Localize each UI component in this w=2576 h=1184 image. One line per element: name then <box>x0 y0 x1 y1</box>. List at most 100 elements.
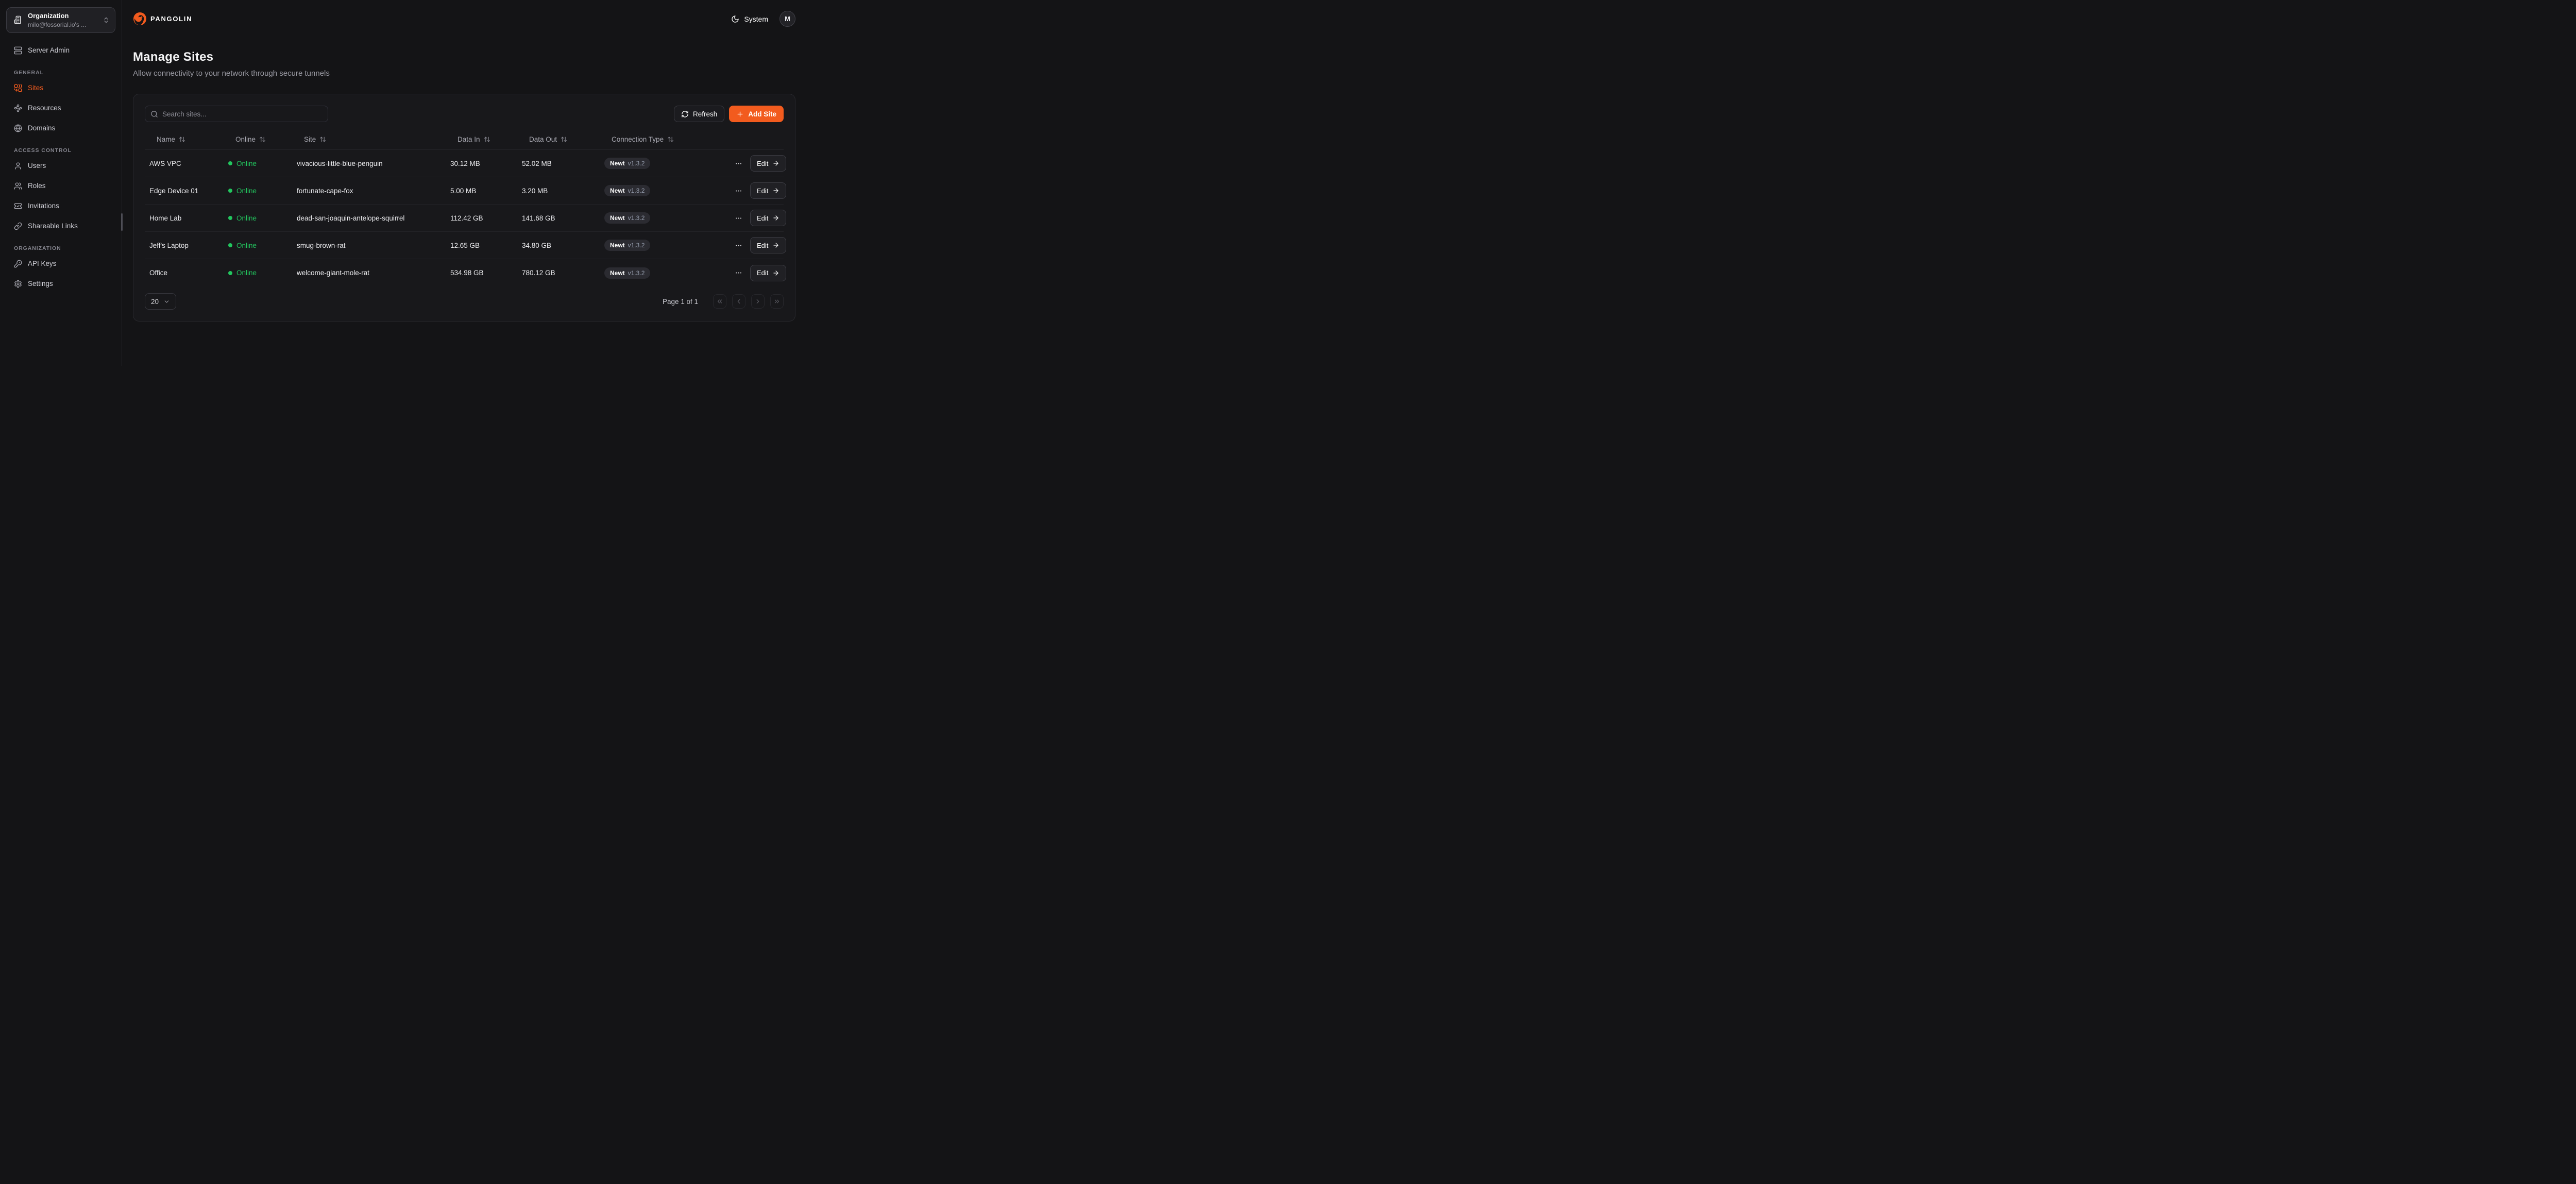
sort-data-out[interactable]: Data Out <box>529 136 567 143</box>
cell-data-in: 534.98 GB <box>446 269 517 277</box>
first-page-button[interactable] <box>713 294 726 309</box>
search-input[interactable] <box>162 110 323 118</box>
edit-button[interactable]: Edit <box>750 182 786 199</box>
arrow-right-icon <box>772 269 779 277</box>
main-area: PANGOLIN System M Manage Sites Allow con… <box>122 0 808 366</box>
cell-name: Edge Device 01 <box>145 187 224 195</box>
plus-icon <box>736 110 744 118</box>
cell-site: fortunate-cape-fox <box>292 187 446 195</box>
sidebar-section-general: GENERAL Sites Resources Domains <box>6 70 115 137</box>
chevrons-right-icon <box>773 298 781 305</box>
chevron-down-icon <box>163 298 170 305</box>
sort-online[interactable]: Online <box>235 136 266 143</box>
connection-name: Newt <box>610 160 625 167</box>
arrow-up-down-icon <box>667 136 674 143</box>
sort-connection-type[interactable]: Connection Type <box>612 136 674 143</box>
sidebar-item[interactable]: API Keys <box>6 256 115 272</box>
prev-page-button[interactable] <box>732 294 745 309</box>
sidebar-scrollbar[interactable] <box>121 213 123 231</box>
chevrons-up-down-icon <box>103 16 110 24</box>
cell-connection-type: Newt v1.3.2 <box>600 212 729 224</box>
online-status-dot <box>228 271 232 275</box>
refresh-button[interactable]: Refresh <box>674 106 724 122</box>
cell-connection-type: Newt v1.3.2 <box>600 185 729 196</box>
theme-toggle-button[interactable]: System <box>731 15 768 23</box>
sidebar-item-label: Shareable Links <box>28 222 78 230</box>
ellipsis-icon <box>735 187 742 195</box>
cell-connection-type: Newt v1.3.2 <box>600 158 729 169</box>
edit-button[interactable]: Edit <box>750 265 786 281</box>
sidebar-item-label: Users <box>28 162 46 170</box>
section-label: ACCESS CONTROL <box>6 147 115 154</box>
top-header: PANGOLIN System M <box>133 0 795 38</box>
table-row: Office Online welcome-giant-mole-rat 534… <box>145 259 784 286</box>
row-more-button[interactable] <box>734 268 743 278</box>
sort-name[interactable]: Name <box>157 136 185 143</box>
key-icon <box>14 260 22 268</box>
sidebar-item[interactable]: Sites <box>6 80 115 96</box>
page-size-select[interactable]: 20 <box>145 293 176 310</box>
brand: PANGOLIN <box>133 12 192 26</box>
org-selector[interactable]: Organization milo@fossorial.io's ... <box>6 7 115 33</box>
ellipsis-icon <box>735 160 742 167</box>
cell-data-in: 5.00 MB <box>446 187 517 195</box>
online-status-dot <box>228 189 232 193</box>
combine-icon <box>14 84 22 92</box>
last-page-button[interactable] <box>770 294 784 309</box>
connection-name: Newt <box>610 242 625 249</box>
connection-type-badge: Newt v1.3.2 <box>604 158 650 169</box>
sidebar-item-label: API Keys <box>28 260 57 267</box>
sidebar-item[interactable]: Resources <box>6 100 115 116</box>
table-row: Edge Device 01 Online fortunate-cape-fox… <box>145 177 784 205</box>
row-more-button[interactable] <box>734 241 743 250</box>
cell-actions: Edit <box>729 155 791 172</box>
arrow-up-down-icon <box>319 136 326 143</box>
table-row: Jeff's Laptop Online smug-brown-rat 12.6… <box>145 232 784 259</box>
waypoints-icon <box>14 104 22 112</box>
sidebar-item-label: Sites <box>28 84 43 92</box>
row-more-button[interactable] <box>734 186 743 196</box>
row-more-button[interactable] <box>734 159 743 168</box>
sidebar-item[interactable]: Roles <box>6 178 115 194</box>
cell-data-out: 141.68 GB <box>517 214 600 222</box>
cell-data-out: 52.02 MB <box>517 160 600 167</box>
next-page-button[interactable] <box>751 294 765 309</box>
cell-site: smug-brown-rat <box>292 242 446 249</box>
cell-name: Jeff's Laptop <box>145 242 224 249</box>
sidebar-item[interactable]: Invitations <box>6 198 115 214</box>
app-root: Organization milo@fossorial.io's ... Ser… <box>0 0 808 366</box>
connection-name: Newt <box>610 187 625 194</box>
section-label: ORGANIZATION <box>6 245 115 251</box>
cell-data-out: 780.12 GB <box>517 269 600 277</box>
sidebar-item[interactable]: Settings <box>6 276 115 292</box>
sidebar-section-organization: ORGANIZATION API Keys Settings <box>6 245 115 292</box>
connection-type-badge: Newt v1.3.2 <box>604 185 650 196</box>
edit-button[interactable]: Edit <box>750 237 786 253</box>
sidebar-item[interactable]: Shareable Links <box>6 218 115 234</box>
chevron-right-icon <box>754 298 761 305</box>
link-icon <box>14 222 22 230</box>
avatar[interactable]: M <box>779 11 795 27</box>
row-more-button[interactable] <box>734 213 743 223</box>
search-icon <box>150 110 158 118</box>
add-site-button[interactable]: Add Site <box>729 106 784 122</box>
edit-button[interactable]: Edit <box>750 210 786 226</box>
sort-site[interactable]: Site <box>304 136 326 143</box>
org-subtitle: milo@fossorial.io's ... <box>28 21 86 28</box>
online-status-label: Online <box>236 187 257 195</box>
online-status-label: Online <box>236 269 257 277</box>
connection-type-badge: Newt v1.3.2 <box>604 267 650 279</box>
connection-type-badge: Newt v1.3.2 <box>604 212 650 224</box>
connection-version: v1.3.2 <box>628 160 645 167</box>
sidebar-item-label: Settings <box>28 280 53 287</box>
edit-button[interactable]: Edit <box>750 155 786 172</box>
sort-data-in[interactable]: Data In <box>457 136 490 143</box>
pagination: 20 Page 1 of 1 <box>145 293 784 310</box>
sidebar-item[interactable]: Domains <box>6 120 115 137</box>
server-icon <box>14 46 22 55</box>
sidebar-item[interactable]: Users <box>6 158 115 174</box>
section-label: GENERAL <box>6 70 115 76</box>
cell-name: Office <box>145 269 224 277</box>
sidebar-item-server-admin[interactable]: Server Admin <box>6 42 115 59</box>
cell-connection-type: Newt v1.3.2 <box>600 267 729 279</box>
